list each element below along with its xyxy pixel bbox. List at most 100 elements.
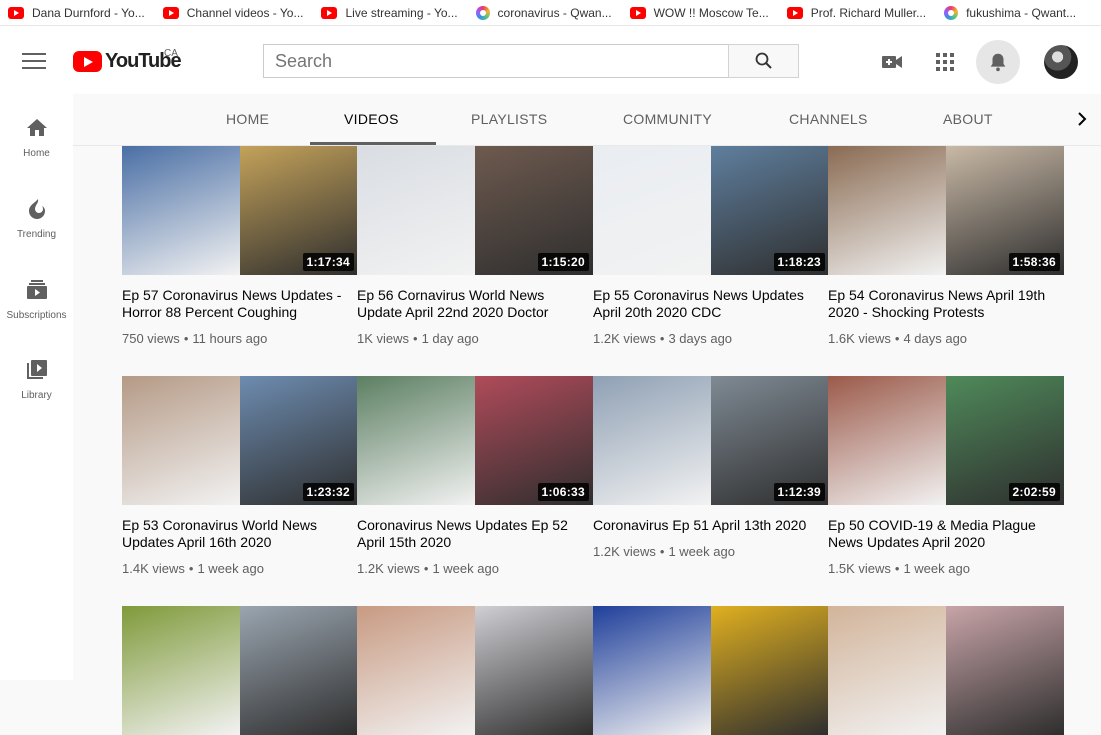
account-avatar[interactable] [1044, 45, 1078, 79]
tab-about[interactable]: ABOUT [943, 111, 993, 127]
view-count: 1.6K views [828, 331, 891, 346]
video-card[interactable]: 1:58:36 Ep 54 Coronavirus News April 19th… [828, 146, 1064, 346]
video-thumbnail[interactable]: 1:17:34 [122, 146, 358, 275]
video-card[interactable] [357, 606, 593, 735]
video-metadata: 1.4K views • 1 week ago [122, 561, 358, 576]
active-tab-indicator [310, 142, 436, 145]
thumbnail-image [593, 376, 711, 505]
guide-item-subscriptions[interactable]: Subscriptions [0, 278, 73, 321]
video-card[interactable] [593, 606, 829, 735]
video-thumbnail[interactable]: 1:15:20 [357, 146, 593, 275]
separator-dot: • [423, 561, 429, 576]
bookmark-item[interactable]: coronavirus - Qwan... [475, 5, 612, 20]
video-card[interactable]: 1:06:33 Coronavirus News Updates Ep 52 Ap… [357, 376, 593, 576]
thumbnail-image [593, 606, 711, 735]
video-card[interactable]: 1:18:23 Ep 55 Coronavirus News Updates Ap… [593, 146, 829, 346]
search-button[interactable] [728, 44, 799, 78]
video-title[interactable]: Ep 50 COVID-19 & Media Plague News Updat… [828, 517, 1064, 551]
bookmark-item[interactable]: Dana Durnford - Yo... [8, 6, 145, 20]
tab-videos[interactable]: VIDEOS [344, 111, 399, 127]
hamburger-menu-icon[interactable] [22, 53, 46, 71]
bookmark-item[interactable]: fukushima - Qwant... [944, 5, 1076, 20]
thumbnail-image [828, 376, 946, 505]
thumbnail-image [122, 146, 240, 275]
video-card[interactable]: 1:23:32 Ep 53 Coronavirus World News Upda… [122, 376, 358, 576]
video-thumbnail[interactable]: 1:23:32 [122, 376, 358, 505]
thumbnail-image [357, 606, 475, 735]
youtube-play-icon [73, 51, 102, 72]
guide-item-home[interactable]: Home [0, 116, 73, 159]
video-title[interactable]: Coronavirus Ep 51 April 13th 2020 [593, 517, 829, 534]
video-card[interactable]: 1:15:20 Ep 56 Cornavirus World News Updat… [357, 146, 593, 346]
video-title[interactable]: Ep 54 Coronavirus News April 19th 2020 -… [828, 287, 1064, 321]
video-title[interactable]: Coronavirus News Updates Ep 52 April 15t… [357, 517, 593, 551]
video-title[interactable]: Ep 56 Cornavirus World News Update April… [357, 287, 593, 321]
video-card[interactable]: 2:02:59 Ep 50 COVID-19 & Media Plague New… [828, 376, 1064, 576]
upload-age: 1 week ago [432, 561, 499, 576]
logo-region: CA [164, 48, 178, 59]
separator-dot: • [183, 331, 189, 346]
bookmark-item[interactable]: Channel videos - Yo... [162, 6, 303, 20]
video-thumbnail[interactable] [122, 606, 358, 735]
bell-icon [990, 53, 1006, 72]
video-thumbnail[interactable] [357, 606, 593, 735]
search-icon [755, 52, 772, 69]
video-card[interactable]: 1:12:39 Coronavirus Ep 51 April 13th 2020… [593, 376, 829, 559]
youtube-logo[interactable]: YouTube CA [73, 48, 182, 73]
thumbnail-image [828, 606, 946, 735]
video-duration: 1:23:32 [302, 483, 354, 501]
tab-community[interactable]: COMMUNITY [623, 111, 712, 127]
video-metadata: 1.5K views • 1 week ago [828, 561, 1064, 576]
create-video-icon[interactable] [880, 50, 904, 74]
guide-label: Library [21, 390, 52, 401]
bookmark-label: coronavirus - Qwan... [497, 5, 612, 20]
guide-item-trending[interactable]: Trending [0, 197, 73, 240]
guide-item-library[interactable]: Library [0, 358, 73, 401]
bookmark-item[interactable]: Prof. Richard Muller... [786, 6, 926, 20]
separator-dot: • [894, 331, 900, 346]
video-thumbnail[interactable]: 1:06:33 [357, 376, 593, 505]
channel-tabs: HOME VIDEOS PLAYLISTS COMMUNITY CHANNELS… [73, 94, 1101, 146]
video-duration: 1:12:39 [773, 483, 825, 501]
view-count: 1.2K views [593, 331, 656, 346]
video-metadata: 750 views • 11 hours ago [122, 331, 358, 346]
separator-dot: • [659, 331, 665, 346]
video-card[interactable]: 1:17:34 Ep 57 Coronavirus News Updates - … [122, 146, 358, 346]
youtube-favicon-icon [629, 6, 646, 19]
video-thumbnail[interactable]: 1:58:36 [828, 146, 1064, 275]
video-metadata: 1K views • 1 day ago [357, 331, 593, 346]
view-count: 1.2K views [357, 561, 420, 576]
video-title[interactable]: Ep 55 Coronavirus News Updates April 20t… [593, 287, 829, 321]
guide-label: Subscriptions [6, 310, 67, 321]
chevron-right-icon[interactable] [1074, 111, 1090, 127]
apps-grid-icon[interactable] [933, 50, 957, 74]
video-thumbnail[interactable]: 2:02:59 [828, 376, 1064, 505]
separator-dot: • [659, 544, 665, 559]
video-thumbnail[interactable] [593, 606, 829, 735]
tab-playlists[interactable]: PLAYLISTS [471, 111, 547, 127]
search-input[interactable] [263, 44, 728, 78]
video-title[interactable]: Ep 57 Coronavirus News Updates - Horror … [122, 287, 358, 321]
upload-age: 1 week ago [197, 561, 264, 576]
youtube-favicon-icon [786, 6, 803, 19]
upload-age: 1 week ago [668, 544, 735, 559]
video-thumbnail[interactable]: 1:18:23 [593, 146, 829, 275]
bookmark-item[interactable]: WOW !! Moscow Te... [629, 6, 769, 20]
video-card[interactable] [828, 606, 1064, 735]
video-metadata: 1.2K views • 3 days ago [593, 331, 829, 346]
video-title[interactable]: Ep 53 Coronavirus World News Updates Apr… [122, 517, 358, 551]
library-icon [26, 360, 47, 379]
video-thumbnail[interactable]: 1:12:39 [593, 376, 829, 505]
thumbnail-image [122, 606, 240, 735]
view-count: 1.4K views [122, 561, 185, 576]
notifications-button[interactable] [976, 40, 1020, 84]
video-card[interactable] [122, 606, 358, 735]
video-metadata: 1.6K views • 4 days ago [828, 331, 1064, 346]
video-thumbnail[interactable] [828, 606, 1064, 735]
tab-home[interactable]: HOME [226, 111, 269, 127]
tab-channels[interactable]: CHANNELS [789, 111, 868, 127]
youtube-favicon-icon [321, 6, 338, 19]
bookmark-item[interactable]: Live streaming - Yo... [321, 6, 458, 20]
search-box [263, 44, 799, 78]
qwant-favicon-icon [944, 5, 959, 20]
